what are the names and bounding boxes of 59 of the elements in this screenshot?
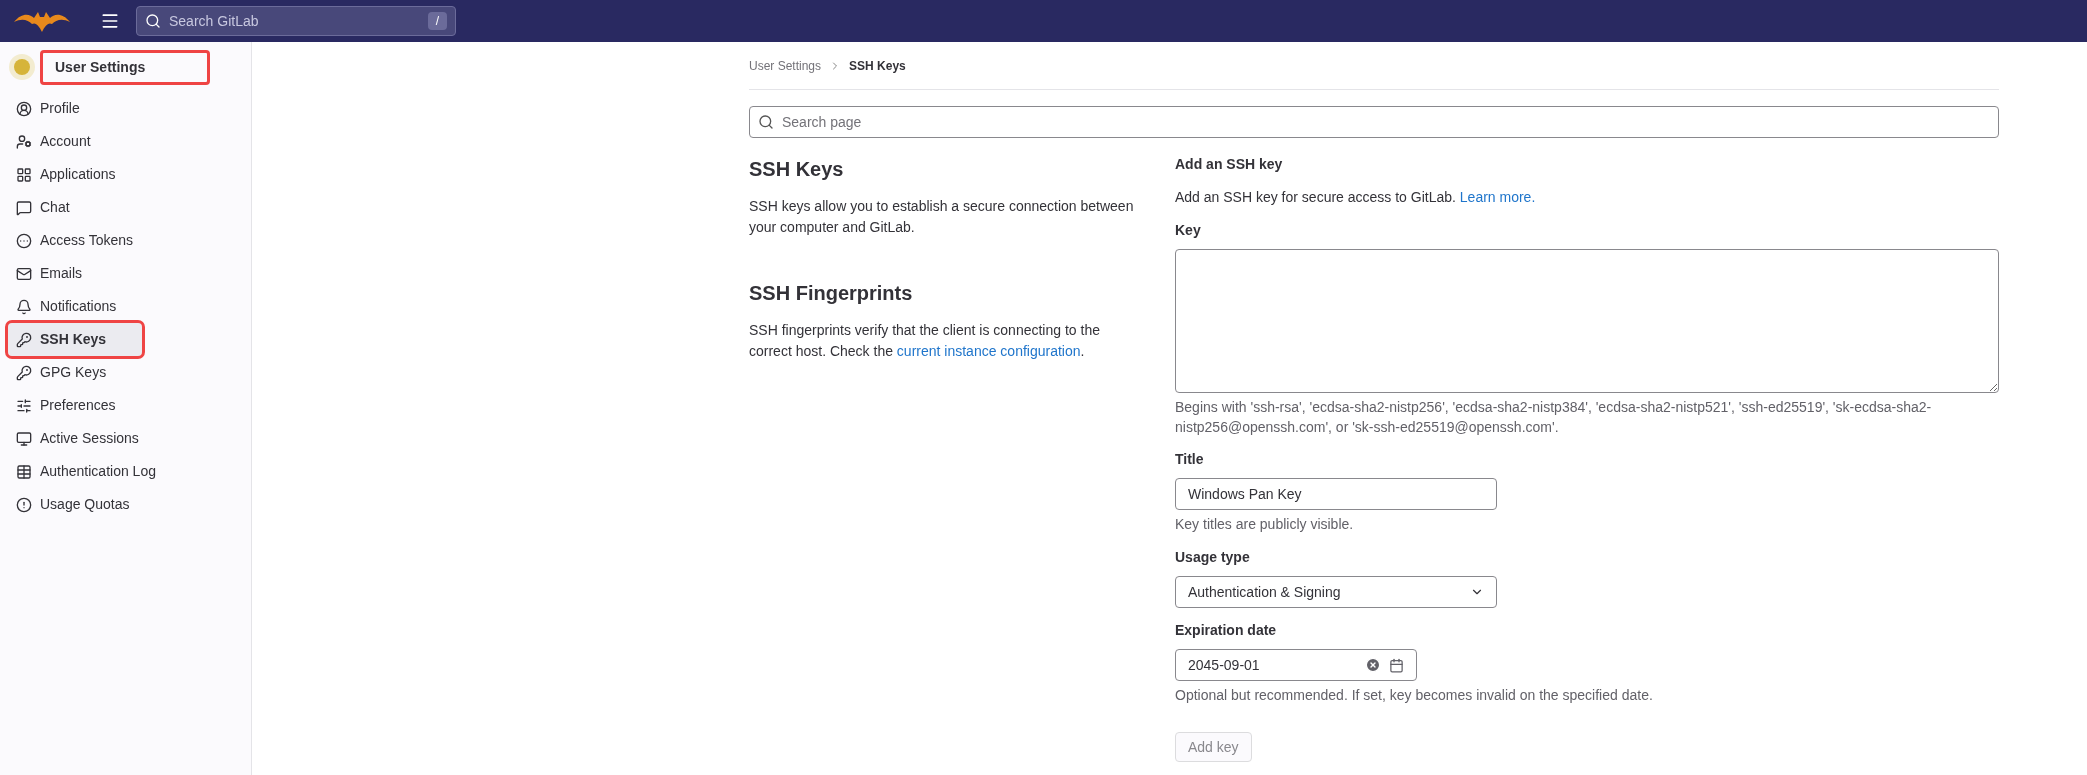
key-icon <box>16 331 32 348</box>
field-hint: Begins with 'ssh-rsa', 'ecdsa-sha2-nistp256', 'ecdsa-sha2-nistp384', 'ecdsa-sha2-nistp521', 'ssh-ed25519', 'sk-ecdsa-sha2-nistp256@openssh.com', or 'sk-ssh-ed25519@openssh.com'. <box>1175 398 1933 437</box>
speech-bubble-icon <box>16 199 32 216</box>
user-circle-icon <box>16 100 32 117</box>
sidebar-item[interactable]: Preferences <box>8 389 246 422</box>
field-label: Expiration date <box>1175 621 1278 640</box>
page-search-field[interactable]: Search page <box>749 106 1999 138</box>
bell-icon <box>16 298 32 315</box>
sidebar-title[interactable]: User Settings <box>40 49 210 85</box>
sidebar-item[interactable]: Notifications <box>8 290 246 323</box>
sidebar-item[interactable]: Access Tokens <box>8 224 246 257</box>
breadcrumb-link[interactable]: User Settings <box>749 56 822 75</box>
field-hint: Key titles are publicly visible. <box>1175 515 1355 534</box>
field-label: Key <box>1175 221 1202 240</box>
breadcrumb-link[interactable]: SSH Keys <box>849 56 906 75</box>
section-description: SSH fingerprints verify that the client is connecting to the correct host. Check the current instance configuration. <box>749 321 1101 361</box>
search-placeholder: Search GitLab <box>169 11 260 31</box>
user-gear-icon <box>16 133 32 150</box>
menu-icon[interactable] <box>100 11 120 31</box>
sidebar-item[interactable]: Applications <box>8 158 246 191</box>
avatar-icon <box>8 53 36 81</box>
form-heading: Add an SSH key <box>1175 155 1284 174</box>
field-label: Title <box>1175 450 1205 469</box>
search-placeholder: Search page <box>782 112 862 132</box>
section-description: SSH keys allow you to establish a secure connection between your computer and GitLab. <box>749 197 1135 237</box>
key-field[interactable] <box>1175 249 1999 393</box>
search-icon <box>758 114 774 130</box>
section-title: SSH Fingerprints <box>749 281 914 306</box>
clear-icon[interactable] <box>1365 657 1381 673</box>
usage-type-select[interactable]: Authentication & Signing <box>1175 576 1497 608</box>
field-hint: Optional but recommended. If set, key becomes invalid on the specified date. <box>1175 686 1654 705</box>
ellipsis-pill-icon <box>16 232 32 249</box>
sidebar-item[interactable]: Chat <box>8 191 246 224</box>
key-icon <box>16 364 32 381</box>
search-icon <box>145 13 161 29</box>
config-link[interactable]: current instance configuration <box>896 343 1081 359</box>
monitor-icon <box>16 430 32 447</box>
sidebar-item[interactable]: GPG Keys <box>8 356 246 389</box>
calendar-icon[interactable] <box>1389 657 1404 673</box>
info-circle-icon <box>16 496 32 513</box>
sidebar-item[interactable]: SSH Keys <box>8 323 142 356</box>
shortcut-key: / <box>427 12 447 30</box>
sidebar-item[interactable]: Authentication Log <box>8 455 246 488</box>
sidebar-item[interactable]: Account <box>8 125 246 158</box>
sidebar-item[interactable]: Emails <box>8 257 246 290</box>
search-field[interactable]: Search GitLab / <box>136 6 456 36</box>
sidebar-item[interactable]: Active Sessions <box>8 422 246 455</box>
date-field[interactable]: 2045-09-01 <box>1175 649 1417 681</box>
sliders-icon <box>16 397 32 414</box>
envelope-icon <box>16 265 32 282</box>
learn-more-link[interactable]: Learn more. <box>1459 189 1536 205</box>
title-field[interactable]: Windows Pan Key <box>1175 478 1497 510</box>
section-title: SSH Keys <box>749 157 845 182</box>
field-label: Usage type <box>1175 548 1251 567</box>
form-intro: Add an SSH key for secure access to GitLab. Learn more. <box>1175 188 1537 207</box>
table-icon <box>16 463 32 480</box>
sidebar-item[interactable]: Profile <box>8 92 246 125</box>
sidebar-item[interactable]: Usage Quotas <box>8 488 246 521</box>
grid-icon <box>16 166 32 183</box>
